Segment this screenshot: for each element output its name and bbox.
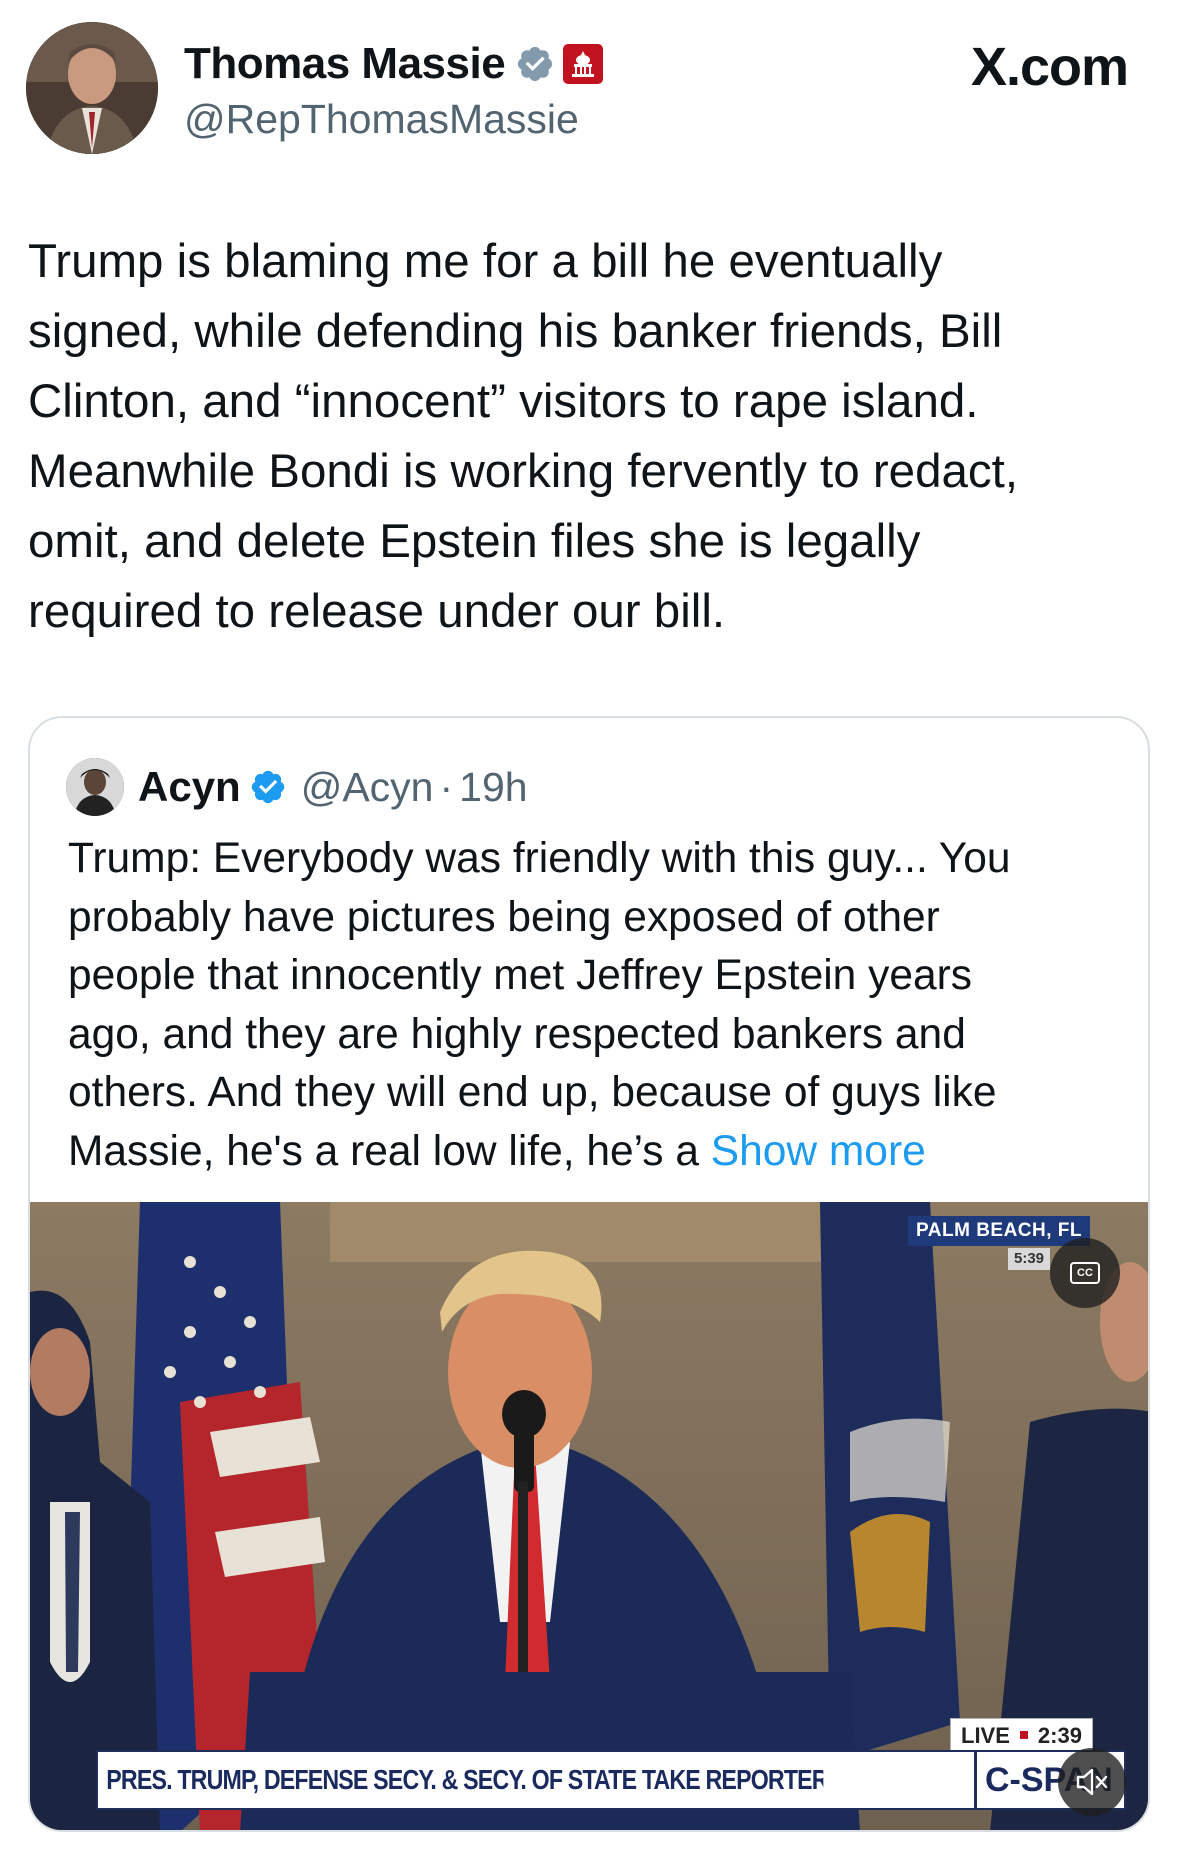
chyron-text: PRES. TRUMP, DEFENSE SECY. & SECY. OF ST… <box>106 1764 824 1795</box>
verified-badge-icon[interactable] <box>249 768 287 806</box>
author-handle[interactable]: @RepThomasMassie <box>184 96 579 143</box>
tweet-text: Trump is blaming me for a bill he eventu… <box>28 227 1148 647</box>
quoted-author-handle[interactable]: @Acyn <box>301 764 434 811</box>
quote-line: people that innocently met Jeffrey Epste… <box>68 952 973 999</box>
tweet-line: signed, while defending his banker frien… <box>28 305 1003 358</box>
quoted-author-avatar[interactable] <box>66 758 124 816</box>
quote-line-last: Massie, he's a real low life, he’s a Sho… <box>68 1123 1128 1182</box>
show-more-link[interactable]: Show more <box>711 1128 926 1175</box>
separator-dot: · <box>439 763 454 810</box>
author-name-row: Thomas Massie <box>184 36 605 92</box>
news-chyron: PRES. TRUMP, DEFENSE SECY. & SECY. OF ST… <box>96 1750 1126 1810</box>
tweet-line: omit, and delete Epstein files she is le… <box>28 515 921 568</box>
tweet-header: Thomas Massie @RepThomasMassie X.com <box>26 22 1156 158</box>
profile-photo-icon <box>26 22 158 154</box>
quoted-tweet-text: Trump: Everybody was friendly with this … <box>68 830 1128 1181</box>
government-badge-icon[interactable] <box>561 42 605 86</box>
live-tag: LIVE 2:39 <box>950 1718 1093 1752</box>
muted-speaker-icon <box>1076 1768 1108 1796</box>
quote-line: others. And they will end up, because of… <box>68 1069 997 1116</box>
brand-watermark: X.com <box>970 37 1129 97</box>
broadcast-time-tag: 5:39 <box>1008 1248 1051 1270</box>
live-label: LIVE <box>961 1723 1010 1748</box>
quote-line: ago, and they are highly respected banke… <box>68 1010 966 1058</box>
captions-button[interactable]: CC <box>1050 1238 1120 1308</box>
quoted-tweet-time[interactable]: 19h <box>459 764 527 811</box>
quote-line: Massie, he's a real low life, he’s a <box>68 1127 711 1175</box>
quote-line: Trump: Everybody was friendly with this … <box>68 835 1011 882</box>
tweet-line: Trump is blaming me for a bill he eventu… <box>28 235 943 288</box>
verified-badge-icon[interactable] <box>515 44 555 84</box>
tweet-line: Clinton, and “innocent” visitors to rape… <box>28 375 979 428</box>
quote-line: probably have pictures being exposed of … <box>68 893 940 941</box>
author-name[interactable]: Thomas Massie <box>184 39 506 89</box>
author-avatar[interactable] <box>26 22 158 154</box>
profile-photo-icon <box>66 758 124 816</box>
closed-captions-icon: CC <box>1070 1262 1100 1284</box>
tweet-line: required to release under our bill. <box>28 585 726 638</box>
quoted-tweet-header: Acyn @Acyn · 19h <box>66 756 528 818</box>
quoted-author-name[interactable]: Acyn <box>138 763 241 811</box>
location-tag: PALM BEACH, FL <box>908 1216 1091 1246</box>
tweet-line: Meanwhile Bondi is working fervently to … <box>28 445 1019 498</box>
mute-button[interactable] <box>1058 1748 1126 1816</box>
live-time: 2:39 <box>1037 1723 1082 1748</box>
video-player[interactable]: PALM BEACH, FL 5:39 CC LIVE 2:39 PRES. TR… <box>30 1202 1148 1830</box>
quoted-tweet-card[interactable]: Acyn @Acyn · 19h Trump: Everybody was fr… <box>28 716 1150 1832</box>
live-indicator-icon <box>1019 1731 1028 1740</box>
